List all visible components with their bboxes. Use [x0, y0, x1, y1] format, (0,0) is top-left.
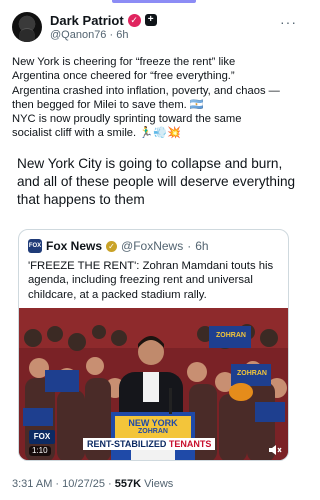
- handle-row: @Qanon76 · 6h: [50, 29, 157, 41]
- volume-icon[interactable]: [268, 444, 282, 456]
- separator-dot: ·: [108, 478, 115, 490]
- sign-text: ZOHRAN: [237, 370, 267, 377]
- body-line: Argentina crashed into inflation, povert…: [12, 84, 280, 97]
- body-line: then begged for Milei to save them. 🇦🇷: [12, 98, 204, 111]
- display-name[interactable]: Dark Patriot: [50, 13, 124, 28]
- quote-time[interactable]: 6h: [195, 239, 208, 253]
- quoted-line: New York City is going to collapse and b…: [17, 156, 283, 171]
- podium-line1: NEW YORK: [128, 418, 178, 428]
- affiliate-badge-icon: +: [144, 14, 157, 26]
- verified-badge-icon: ✓: [127, 13, 141, 27]
- quote-card[interactable]: FOX Fox News ✓ @FoxNews · 6h 'FREEZE THE…: [18, 229, 289, 461]
- meta-time[interactable]: 3:31 AM: [12, 478, 52, 490]
- post-body: New York is cheering for “freeze the ren…: [12, 55, 300, 141]
- views-count[interactable]: 557K: [115, 478, 141, 490]
- views-label: Views: [144, 478, 174, 490]
- body-line: New York is cheering for “freeze the ren…: [12, 56, 236, 68]
- author-names: Dark Patriot ✓ + @Qanon76 · 6h: [50, 12, 157, 41]
- body-line: NYC is now proudly sprinting toward the …: [12, 113, 242, 126]
- banner-prefix: RENT-STABILIZED: [87, 439, 167, 449]
- quote-handle[interactable]: @FoxNews: [121, 239, 183, 253]
- podium-line2: ZOHRAN: [138, 428, 168, 435]
- post-time[interactable]: 6h: [116, 29, 128, 41]
- quoted-line: and all of these people will deserve eve…: [17, 174, 296, 190]
- post-meta: 3:31 AM · 10/27/25 · 557K Views: [12, 478, 173, 490]
- quote-header: FOX Fox News ✓ @FoxNews · 6h: [28, 239, 209, 253]
- fox-news-logo-icon: FOX: [28, 239, 42, 253]
- quote-text: 'FREEZE THE RENT': Zohran Mamdani touts …: [28, 259, 283, 302]
- post: Dark Patriot ✓ + @Qanon76 · 6h ··· New Y…: [0, 0, 307, 500]
- more-dots-icon[interactable]: ···: [280, 14, 297, 30]
- gold-verified-badge-icon: ✓: [106, 240, 118, 252]
- quote-author-name[interactable]: Fox News: [46, 239, 102, 253]
- quote-line: 'FREEZE THE RENT': Zohran Mamdani touts …: [28, 260, 274, 272]
- video-player[interactable]: ZOHRAN ZOHRAN NEW YORK ZOHRAN FOX 1:10 R…: [19, 308, 288, 460]
- separator-dot: ·: [187, 239, 192, 253]
- meta-date[interactable]: 10/27/25: [62, 478, 105, 490]
- fox-channel-badge: FOX: [29, 430, 55, 444]
- body-line: socialist cliff with a smile. 🏃‍♂️💨💥: [12, 127, 182, 140]
- quote-line: agenda, including freezing rent and univ…: [28, 274, 253, 287]
- lower-third-banner: RENT-STABILIZED TENANTS: [83, 438, 216, 450]
- quoted-statement: New York City is going to collapse and b…: [17, 155, 297, 210]
- quote-line: childcare, at a packed stadium rally.: [28, 288, 207, 301]
- video-timestamp: 1:10: [29, 446, 51, 456]
- quoted-line: that happens to them: [17, 192, 145, 208]
- top-accent-bar: [112, 0, 196, 3]
- post-header: Dark Patriot ✓ + @Qanon76 · 6h: [12, 12, 157, 42]
- sign-text: ZOHRAN: [216, 332, 246, 339]
- avatar[interactable]: [12, 12, 42, 42]
- body-line: Argentina once cheered for “free everyth…: [12, 70, 235, 83]
- banner-accent: TENANTS: [168, 439, 212, 449]
- name-row: Dark Patriot ✓ +: [50, 12, 157, 28]
- handle[interactable]: @Qanon76: [50, 29, 106, 41]
